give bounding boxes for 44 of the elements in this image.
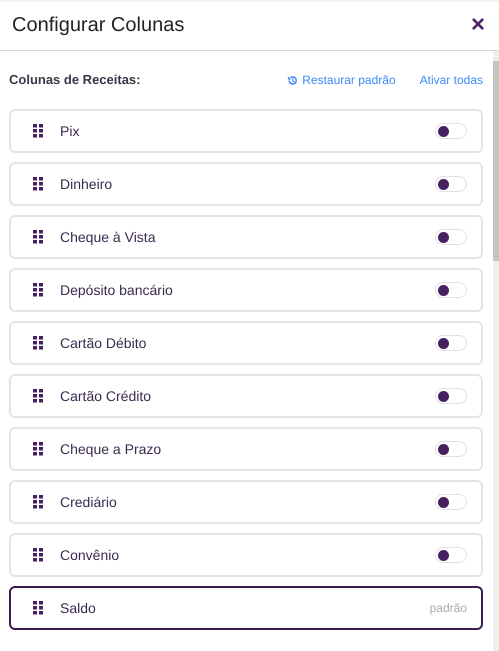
toggle-switch[interactable] — [435, 494, 467, 510]
column-name: Crediário — [60, 492, 118, 512]
column-item[interactable]: Dinheiro — [9, 162, 483, 206]
toggle-switch[interactable] — [435, 388, 467, 404]
column-name: Cheque a Prazo — [60, 440, 162, 459]
toggle-switch[interactable] — [435, 547, 467, 563]
column-item[interactable]: Pix — [9, 109, 483, 153]
toggle-switch[interactable] — [435, 335, 467, 351]
toggle-switch[interactable] — [435, 176, 467, 192]
drag-handle-icon[interactable] — [33, 283, 44, 297]
toggle-switch[interactable] — [435, 229, 467, 245]
column-item[interactable]: Cartão Crédito — [9, 374, 483, 418]
column-item[interactable]: Crediário — [9, 480, 483, 524]
column-item[interactable]: Saldo padrão — [9, 586, 483, 630]
column-name: Cartão Crédito — [60, 386, 152, 406]
drag-handle-icon[interactable] — [33, 177, 44, 191]
drag-handle-icon[interactable] — [33, 230, 44, 244]
column-item[interactable]: Cartão Débito — [9, 321, 483, 365]
column-item[interactable]: Depósito bancário — [9, 268, 483, 312]
column-item[interactable]: Convênio — [9, 533, 483, 577]
column-item[interactable]: Cheque a Prazo — [9, 427, 483, 471]
column-name: Depósito bancário — [60, 280, 174, 300]
column-name: Convênio — [60, 546, 120, 564]
drag-handle-icon[interactable] — [33, 442, 44, 456]
section-label: Colunas de Receitas: — [9, 71, 140, 90]
drag-handle-icon[interactable] — [33, 601, 44, 615]
drag-handle-icon[interactable] — [33, 336, 44, 350]
drag-handle-icon[interactable] — [33, 495, 44, 509]
dialog-title: Configurar Colunas — [12, 13, 184, 37]
close-button[interactable]: × — [468, 13, 487, 37]
history-icon — [287, 74, 298, 86]
toggle-switch[interactable] — [435, 441, 467, 457]
column-name: Saldo — [60, 598, 97, 618]
drag-handle-icon[interactable] — [33, 548, 44, 562]
column-name: Cartão Débito — [60, 334, 148, 352]
drag-handle-icon[interactable] — [33, 124, 44, 138]
default-label: padrão — [430, 600, 467, 617]
column-name: Cheque à Vista — [60, 228, 156, 247]
column-item[interactable]: Cheque à Vista — [9, 215, 483, 259]
column-name: Pix — [60, 122, 80, 140]
toggle-switch[interactable] — [435, 282, 467, 298]
drag-handle-icon[interactable] — [33, 389, 44, 403]
column-name: Dinheiro — [60, 174, 114, 194]
toggle-switch[interactable] — [435, 123, 467, 139]
